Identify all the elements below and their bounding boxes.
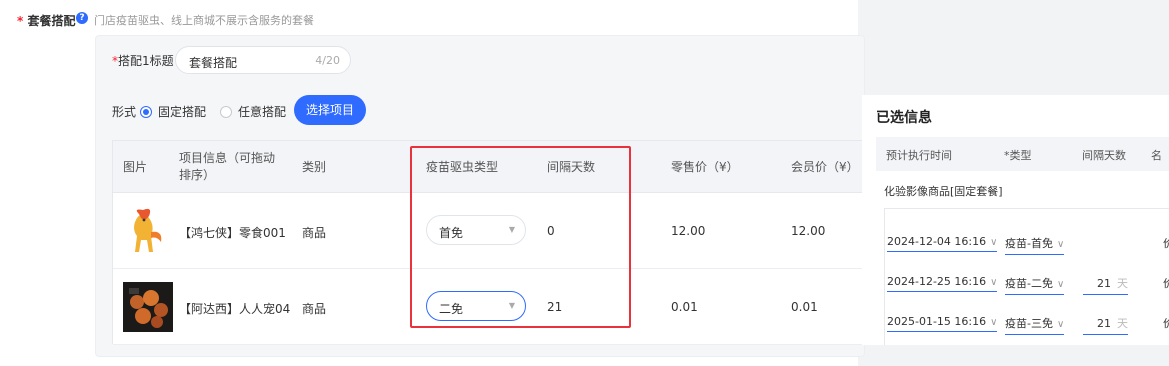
th-category: 类别 [302,160,327,174]
chevron-down-icon: ∨ [1056,239,1065,250]
product-image-dog-treats [123,282,173,332]
title-input-value: 套餐搭配 [189,56,238,70]
section-hint: 门店疫苗驱虫、线上商城不展示含服务的套餐 [94,14,314,27]
item-name: 【阿达西】人人宠04 [179,302,291,316]
selected-row: 2024-12-25 16:16 ∨ 疫苗-二免 ∨ 21 天 价 [885,261,1169,301]
item-category: 商品 [302,226,327,240]
selected-info-title: 已选信息 [876,110,932,126]
th-image: 图片 [123,160,148,174]
selected-rows: 2024-12-04 16:16 ∨ 疫苗-首免 ∨ 价 2024-12-25 16… [884,208,1169,345]
radio-unchecked-icon [220,105,232,118]
title-char-count: 4/20 [315,54,340,67]
chevron-down-icon: ∨ [1056,319,1065,330]
item-category: 商品 [302,302,327,316]
radio-fixed[interactable]: 固定搭配 [140,103,206,120]
selected-info-panel: 已选信息 预计执行时间 *类型 间隔天数 名 化验影像商品[固定套餐] 2024… [862,95,1169,345]
price-cut-text: 价 [1163,317,1169,330]
highlight-box [410,146,631,328]
item-name: 【鸿七侠】零食001 [179,226,286,240]
title-input[interactable]: 套餐搭配 4/20 [175,46,351,74]
th-name-cut: 名 [1151,149,1162,162]
retail-price: 12.00 [671,224,706,238]
th-type: *类型 [1004,149,1032,162]
radio-any-label: 任意搭配 [238,105,287,119]
member-price: 0.01 [791,300,818,314]
type-select[interactable]: 疫苗-二免 ∨ [1005,275,1065,295]
exec-time-picker[interactable]: 2024-12-04 16:16 ∨ [887,235,998,252]
th-member-price: 会员价（¥） [791,160,859,174]
chevron-down-icon: ∨ [1056,279,1065,290]
form-label: 形式 [112,105,137,119]
type-select[interactable]: 疫苗-首免 ∨ [1005,235,1065,255]
select-items-button[interactable]: 选择项目 [294,95,366,125]
retail-price: 0.01 [671,300,698,314]
selected-group-label: 化验影像商品[固定套餐] [884,185,1003,198]
th-retail-price: 零售价（¥） [671,160,739,174]
radio-checked-icon [140,105,152,118]
exec-time-picker[interactable]: 2025-01-15 16:16 ∨ [887,315,998,332]
member-price: 12.00 [791,224,826,238]
section-label: * 套餐搭配 [17,14,76,28]
radio-fixed-label: 固定搭配 [158,105,207,119]
th-item-info: 项目信息（可拖动排序） [179,151,276,182]
chevron-down-icon: ∨ [990,237,998,248]
type-select[interactable]: 疫苗-三免 ∨ [1005,315,1065,335]
price-cut-text: 价 [1163,237,1169,250]
th-exec-time: 预计执行时间 [886,149,952,162]
product-image-pony [134,208,162,252]
radio-any[interactable]: 任意搭配 [220,103,286,120]
price-cut-text: 价 [1163,277,1169,290]
selected-row: 2025-01-15 16:16 ∨ 疫苗-三免 ∨ 21 天 价 [885,301,1169,341]
th-interval: 间隔天数 [1082,149,1126,162]
interval-days-input[interactable]: 21 天 [1083,315,1128,335]
interval-days-input[interactable]: 21 天 [1083,275,1128,295]
help-icon[interactable]: ? [76,12,88,24]
chevron-down-icon: ∨ [990,277,998,288]
title-label: *搭配1标题 [112,54,174,68]
exec-time-picker[interactable]: 2024-12-25 16:16 ∨ [887,275,998,292]
chevron-down-icon: ∨ [990,317,998,328]
selected-table-header: 预计执行时间 *类型 间隔天数 名 [876,137,1169,171]
selected-row: 2024-12-04 16:16 ∨ 疫苗-首免 ∨ 价 [885,221,1169,261]
